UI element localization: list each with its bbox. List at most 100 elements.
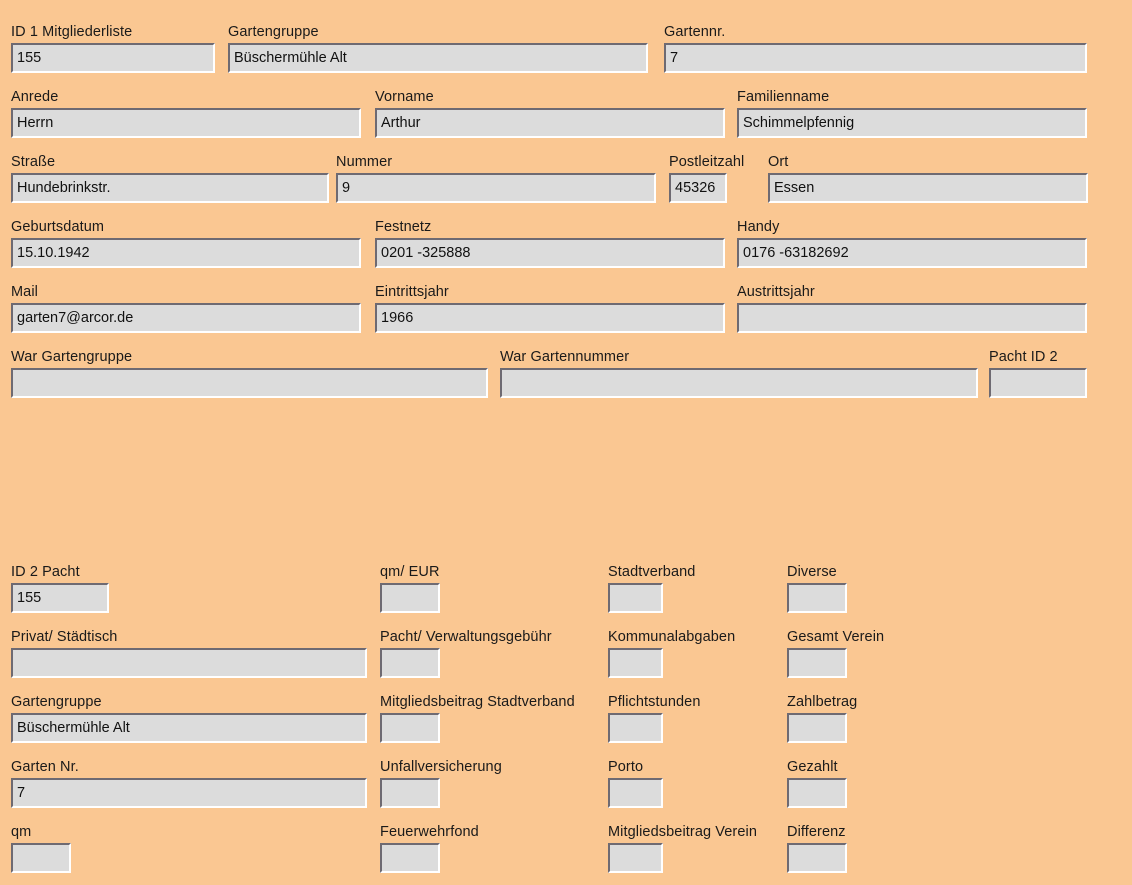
field-label: Nummer: [336, 154, 656, 171]
input-nummer[interactable]: 9: [336, 173, 656, 203]
field-label: ID 1 Mitgliederliste: [11, 24, 215, 41]
input-mail[interactable]: garten7@arcor.de: [11, 303, 361, 333]
field-garten-nr: Garten Nr. 7: [11, 759, 367, 808]
field-label: Gartengruppe: [11, 694, 367, 711]
field-label: Handy: [737, 219, 1087, 236]
field-nummer: Nummer 9: [336, 154, 656, 203]
input-eintrittsjahr[interactable]: 1966: [375, 303, 725, 333]
field-qm-eur: qm/ EUR: [380, 564, 440, 613]
field-eintrittsjahr: Eintrittsjahr 1966: [375, 284, 725, 333]
field-unfallversicherung: Unfallversicherung: [380, 759, 502, 808]
field-label: Anrede: [11, 89, 361, 106]
field-familienname: Familienname Schimmelpfennig: [737, 89, 1087, 138]
field-label: Gezahlt: [787, 759, 847, 776]
field-stadtverband: Stadtverband: [608, 564, 695, 613]
field-war-gartennummer: War Gartennummer: [500, 349, 978, 398]
field-id-2-pacht: ID 2 Pacht 155: [11, 564, 109, 613]
input-ort[interactable]: Essen: [768, 173, 1088, 203]
field-label: Pacht ID 2: [989, 349, 1087, 366]
field-gartengruppe: Gartengruppe Büschermühle Alt: [228, 24, 648, 73]
field-label: Gesamt Verein: [787, 629, 884, 646]
input-feuerwehrfond[interactable]: [380, 843, 440, 873]
field-label: qm/ EUR: [380, 564, 440, 581]
field-label: Ort: [768, 154, 1088, 171]
input-gesamt-verein[interactable]: [787, 648, 847, 678]
input-privat-staedtisch[interactable]: [11, 648, 367, 678]
field-label: War Gartengruppe: [11, 349, 488, 366]
field-mail: Mail garten7@arcor.de: [11, 284, 361, 333]
field-kommunalabgaben: Kommunalabgaben: [608, 629, 735, 678]
field-id-1-mitgliederliste: ID 1 Mitgliederliste 155: [11, 24, 215, 73]
input-id-1-mitgliederliste[interactable]: 155: [11, 43, 215, 73]
field-mitgliedsbeitrag-stadtverband: Mitgliedsbeitrag Stadtverband: [380, 694, 575, 743]
input-qm-eur[interactable]: [380, 583, 440, 613]
input-zahlbetrag[interactable]: [787, 713, 847, 743]
input-qm[interactable]: [11, 843, 71, 873]
field-label: Porto: [608, 759, 663, 776]
field-label: Mitgliedsbeitrag Verein: [608, 824, 757, 841]
field-label: Differenz: [787, 824, 847, 841]
field-privat-staedtisch: Privat/ Städtisch: [11, 629, 367, 678]
input-mitgliedsbeitrag-stadtverband[interactable]: [380, 713, 440, 743]
input-porto[interactable]: [608, 778, 663, 808]
field-pacht-id-2: Pacht ID 2: [989, 349, 1087, 398]
field-festnetz: Festnetz 0201 -325888: [375, 219, 725, 268]
field-differenz: Differenz: [787, 824, 847, 873]
input-war-gartengruppe[interactable]: [11, 368, 488, 398]
input-pflichtstunden[interactable]: [608, 713, 663, 743]
input-austrittsjahr[interactable]: [737, 303, 1087, 333]
field-handy: Handy 0176 -63182692: [737, 219, 1087, 268]
input-pacht-verwaltungsgebuehr[interactable]: [380, 648, 440, 678]
field-mitgliedsbeitrag-verein: Mitgliedsbeitrag Verein: [608, 824, 757, 873]
field-label: Garten Nr.: [11, 759, 367, 776]
input-unfallversicherung[interactable]: [380, 778, 440, 808]
field-label: Privat/ Städtisch: [11, 629, 367, 646]
input-war-gartennummer[interactable]: [500, 368, 978, 398]
input-geburtsdatum[interactable]: 15.10.1942: [11, 238, 361, 268]
field-label: Pacht/ Verwaltungsgebühr: [380, 629, 552, 646]
field-label: War Gartennummer: [500, 349, 978, 366]
input-festnetz[interactable]: 0201 -325888: [375, 238, 725, 268]
field-label: Vorname: [375, 89, 725, 106]
field-diverse: Diverse: [787, 564, 847, 613]
input-pacht-gartengruppe[interactable]: Büschermühle Alt: [11, 713, 367, 743]
input-gartengruppe[interactable]: Büschermühle Alt: [228, 43, 648, 73]
input-stadtverband[interactable]: [608, 583, 663, 613]
field-label: Gartengruppe: [228, 24, 648, 41]
field-label: Mail: [11, 284, 361, 301]
input-vorname[interactable]: Arthur: [375, 108, 725, 138]
field-gesamt-verein: Gesamt Verein: [787, 629, 884, 678]
input-strasse[interactable]: Hundebrinkstr.: [11, 173, 329, 203]
input-differenz[interactable]: [787, 843, 847, 873]
input-anrede[interactable]: Herrn: [11, 108, 361, 138]
input-id-2-pacht[interactable]: 155: [11, 583, 109, 613]
input-handy[interactable]: 0176 -63182692: [737, 238, 1087, 268]
field-gezahlt: Gezahlt: [787, 759, 847, 808]
field-label: ID 2 Pacht: [11, 564, 109, 581]
input-gartennr[interactable]: 7: [664, 43, 1087, 73]
input-diverse[interactable]: [787, 583, 847, 613]
field-label: Stadtverband: [608, 564, 695, 581]
field-anrede: Anrede Herrn: [11, 89, 361, 138]
field-feuerwehrfond: Feuerwehrfond: [380, 824, 479, 873]
field-label: Gartennr.: [664, 24, 1087, 41]
field-label: Austrittsjahr: [737, 284, 1087, 301]
field-label: Pflichtstunden: [608, 694, 701, 711]
field-label: Unfallversicherung: [380, 759, 502, 776]
input-pacht-id-2[interactable]: [989, 368, 1087, 398]
input-mitgliedsbeitrag-verein[interactable]: [608, 843, 663, 873]
field-zahlbetrag: Zahlbetrag: [787, 694, 857, 743]
input-postleitzahl[interactable]: 45326: [669, 173, 727, 203]
field-geburtsdatum: Geburtsdatum 15.10.1942: [11, 219, 361, 268]
field-label: Zahlbetrag: [787, 694, 857, 711]
field-label: Mitgliedsbeitrag Stadtverband: [380, 694, 575, 711]
field-pacht-gartengruppe: Gartengruppe Büschermühle Alt: [11, 694, 367, 743]
field-austrittsjahr: Austrittsjahr: [737, 284, 1087, 333]
input-garten-nr[interactable]: 7: [11, 778, 367, 808]
input-kommunalabgaben[interactable]: [608, 648, 663, 678]
field-gartennr: Gartennr. 7: [664, 24, 1087, 73]
input-gezahlt[interactable]: [787, 778, 847, 808]
field-label: Eintrittsjahr: [375, 284, 725, 301]
input-familienname[interactable]: Schimmelpfennig: [737, 108, 1087, 138]
field-qm: qm: [11, 824, 71, 873]
